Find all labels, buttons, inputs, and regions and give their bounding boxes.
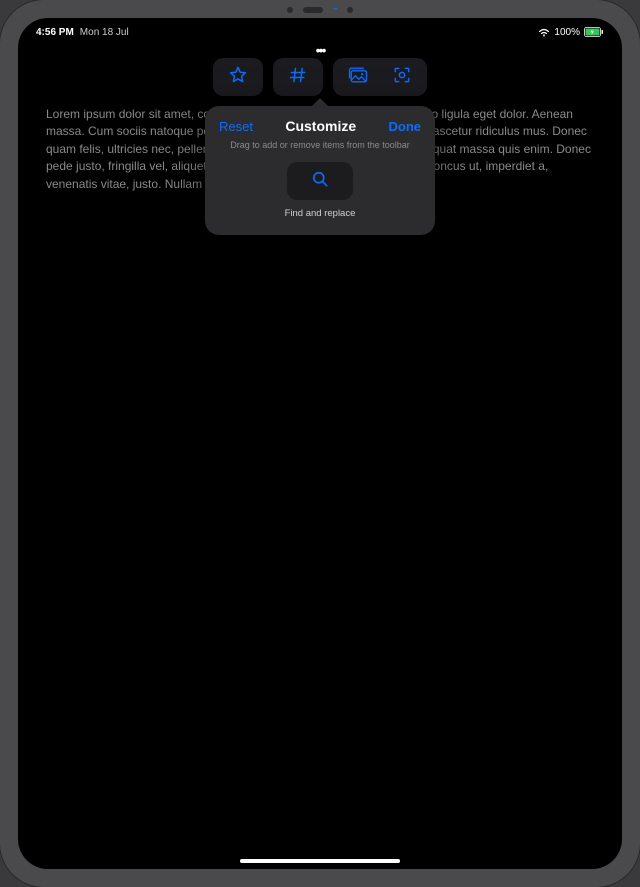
toolbar-scan-button[interactable]: [380, 61, 424, 93]
customize-toolbar-popover: Reset Customize Done Drag to add or remo…: [205, 106, 435, 235]
toolbar-photo-button[interactable]: [336, 61, 380, 93]
screen: 4:56 PM Mon 18 Jul 100% •••: [18, 18, 622, 869]
ipad-frame: •• 4:56 PM Mon 18 Jul 100% •••: [0, 0, 640, 887]
star-icon: [228, 65, 248, 90]
battery-text: 100%: [554, 27, 580, 38]
reset-button[interactable]: Reset: [219, 119, 253, 134]
toolbar-number-button[interactable]: [276, 61, 320, 93]
battery-charging-icon: [584, 27, 604, 37]
popover-title: Customize: [285, 118, 356, 134]
popover-subtitle: Drag to add or remove items from the too…: [219, 140, 421, 150]
find-replace-label: Find and replace: [285, 208, 356, 219]
find-replace-item[interactable]: [287, 162, 353, 200]
wifi-icon: [538, 27, 550, 37]
number-icon: [288, 65, 308, 90]
status-date: Mon 18 Jul: [80, 27, 129, 38]
home-indicator[interactable]: [240, 859, 400, 863]
status-time: 4:56 PM: [36, 27, 74, 38]
search-icon: [310, 169, 330, 194]
scan-viewfinder-icon: [392, 65, 412, 90]
toolbar-overflow-button[interactable]: •••: [316, 42, 325, 58]
sensor-cluster: ••: [260, 4, 380, 16]
toolbar: [213, 58, 427, 96]
photo-stack-icon: [347, 65, 369, 90]
toolbar-star-button[interactable]: [216, 61, 260, 93]
done-button[interactable]: Done: [388, 119, 421, 134]
